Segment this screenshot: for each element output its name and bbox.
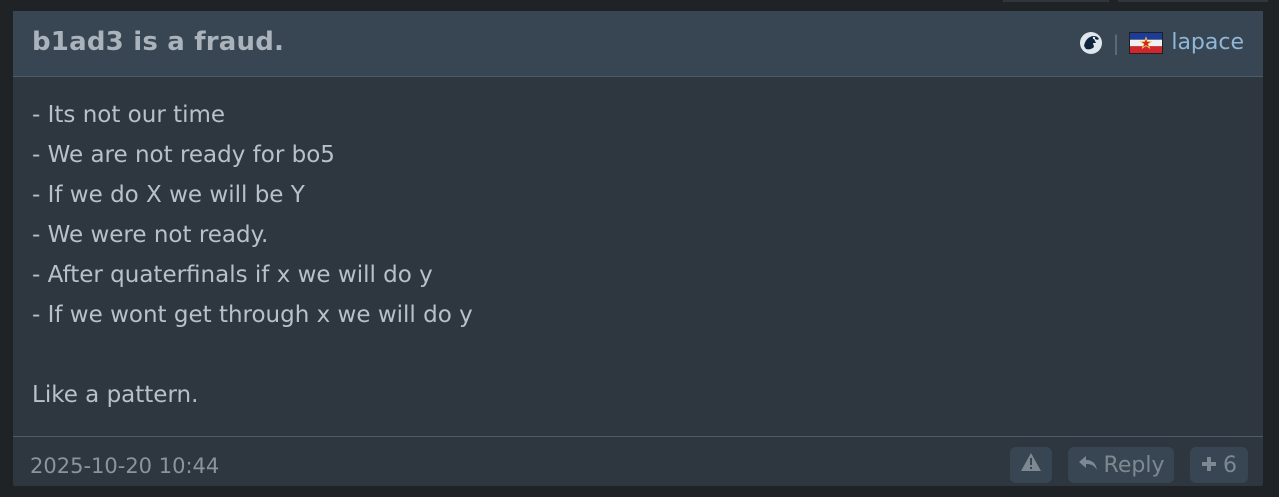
post-line: - If we do X we will be Y [32, 182, 305, 208]
reply-label: Reply [1103, 452, 1165, 478]
top-tab-edge [1118, 0, 1268, 2]
post-line: - We are not ready for bo5 [32, 142, 335, 168]
post-line: - If we wont get through x we will do y [32, 302, 473, 328]
post-title: b1ad3 is a fraud. [32, 27, 285, 57]
author-separator: | [1112, 31, 1120, 55]
team-liquid-horse-icon [1079, 31, 1103, 55]
post-timestamp: 2025-10-20 10:44 [30, 454, 220, 478]
plus-icon [1201, 453, 1217, 478]
post-line: - We were not ready. [32, 222, 269, 248]
plus-count: 6 [1223, 452, 1237, 478]
top-tab-edge [1003, 0, 1109, 2]
warning-icon [1020, 452, 1042, 478]
post-line: - After quaterfinals if x we will do y [32, 262, 433, 288]
report-button[interactable] [1010, 447, 1052, 483]
post-body: - Its not our time - We are not ready fo… [13, 77, 1263, 437]
author-link[interactable]: lapace [1171, 32, 1244, 54]
post-footer: 2025-10-20 10:44 Reply 6 [13, 438, 1263, 486]
plus-button[interactable]: 6 [1190, 447, 1248, 483]
post-actions: Reply 6 [1010, 447, 1248, 483]
reply-button[interactable]: Reply [1068, 447, 1174, 483]
yugoslavia-flag-icon [1129, 32, 1164, 54]
post-header: b1ad3 is a fraud. | lapace [13, 11, 1263, 77]
forum-post: b1ad3 is a fraud. | lapace - Its not our… [13, 11, 1263, 486]
post-line: Like a pattern. [32, 382, 199, 408]
reply-arrow-icon [1078, 453, 1098, 478]
author-info: | lapace [1079, 29, 1244, 57]
post-line: - Its not our time [32, 102, 226, 128]
